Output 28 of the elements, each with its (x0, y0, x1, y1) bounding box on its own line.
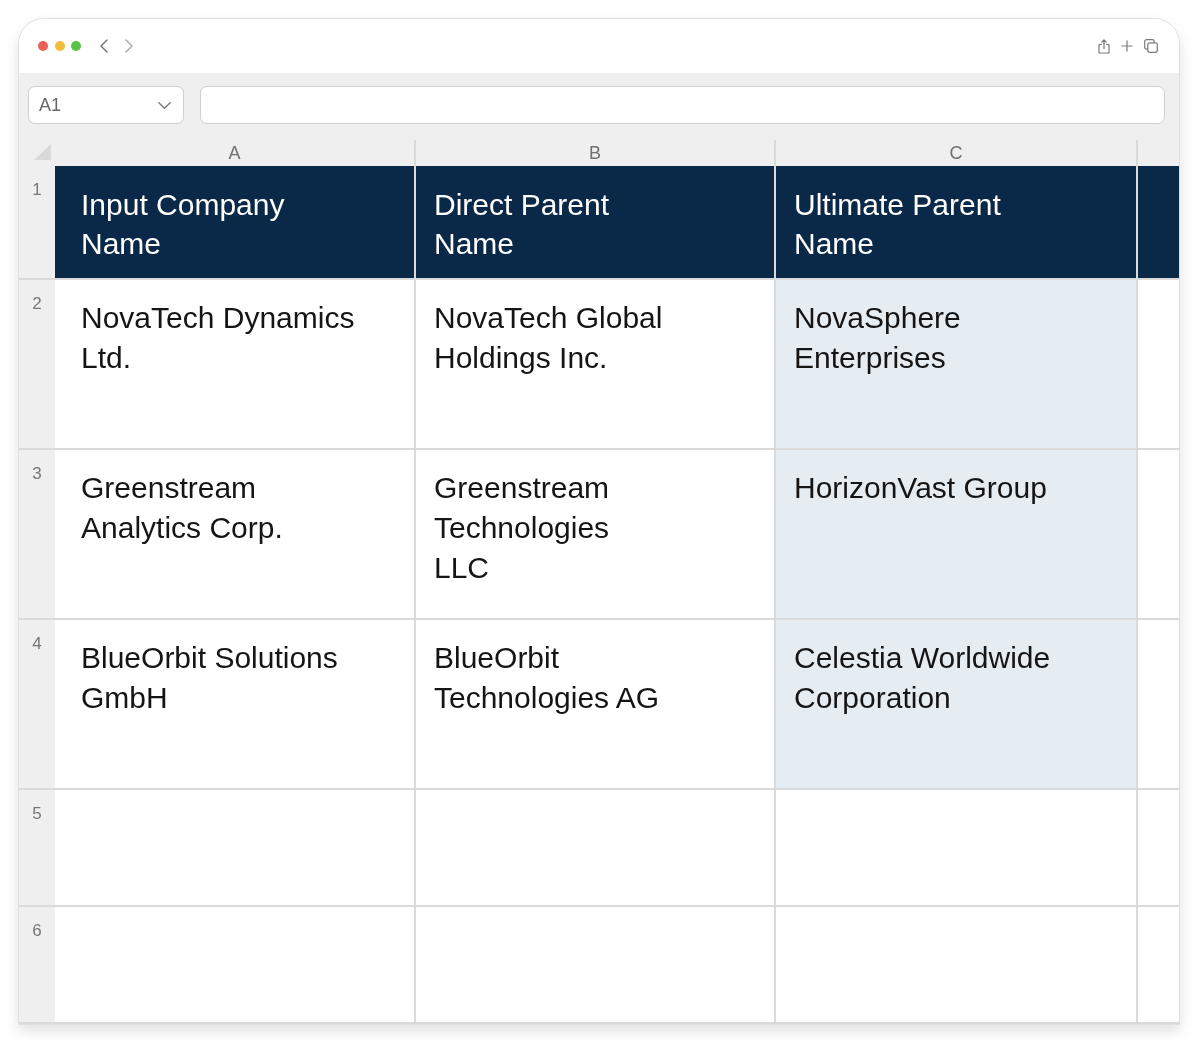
cell-reference-dropdown[interactable]: A1 (28, 86, 184, 124)
plus-icon[interactable] (1121, 40, 1133, 52)
minimize-icon[interactable] (54, 41, 65, 51)
close-icon[interactable] (38, 41, 48, 51)
table-cell: Greenstream Analytics Corp. (55, 450, 416, 620)
row-header[interactable]: 4 (19, 620, 55, 790)
table-cell: Greenstream Technologies LLC (416, 450, 776, 620)
table-cell: BlueOrbit Technologies AG (416, 620, 776, 790)
header-cell: Ultimate Parent Name (776, 166, 1138, 280)
formula-field[interactable] (200, 86, 1165, 124)
header-cell: Input Company Name (55, 166, 416, 280)
table-cell: HorizonVast Group (776, 450, 1138, 620)
chevron-down-icon (158, 101, 171, 109)
row-header[interactable]: 1 (19, 166, 55, 280)
row-header[interactable]: 6 (19, 907, 55, 1024)
maximize-icon[interactable] (71, 41, 81, 51)
copy-icon[interactable] (1144, 39, 1158, 53)
row-header[interactable]: 2 (19, 280, 55, 450)
table-cell: NovaTech Dynamics Ltd. (55, 280, 416, 450)
table-cell: BlueOrbit Solutions GmbH (55, 620, 416, 790)
table-cell: Celestia Worldwide Corporation (776, 620, 1138, 790)
header-cell: Direct Parent Name (416, 166, 776, 280)
table-cell: NovaSphere Enterprises (776, 280, 1138, 450)
share-icon[interactable] (1098, 38, 1110, 54)
table-cell: NovaTech Global Holdings Inc. (416, 280, 776, 450)
back-icon[interactable] (99, 39, 108, 53)
row-header[interactable]: 3 (19, 450, 55, 620)
row-header[interactable]: 5 (19, 790, 55, 907)
